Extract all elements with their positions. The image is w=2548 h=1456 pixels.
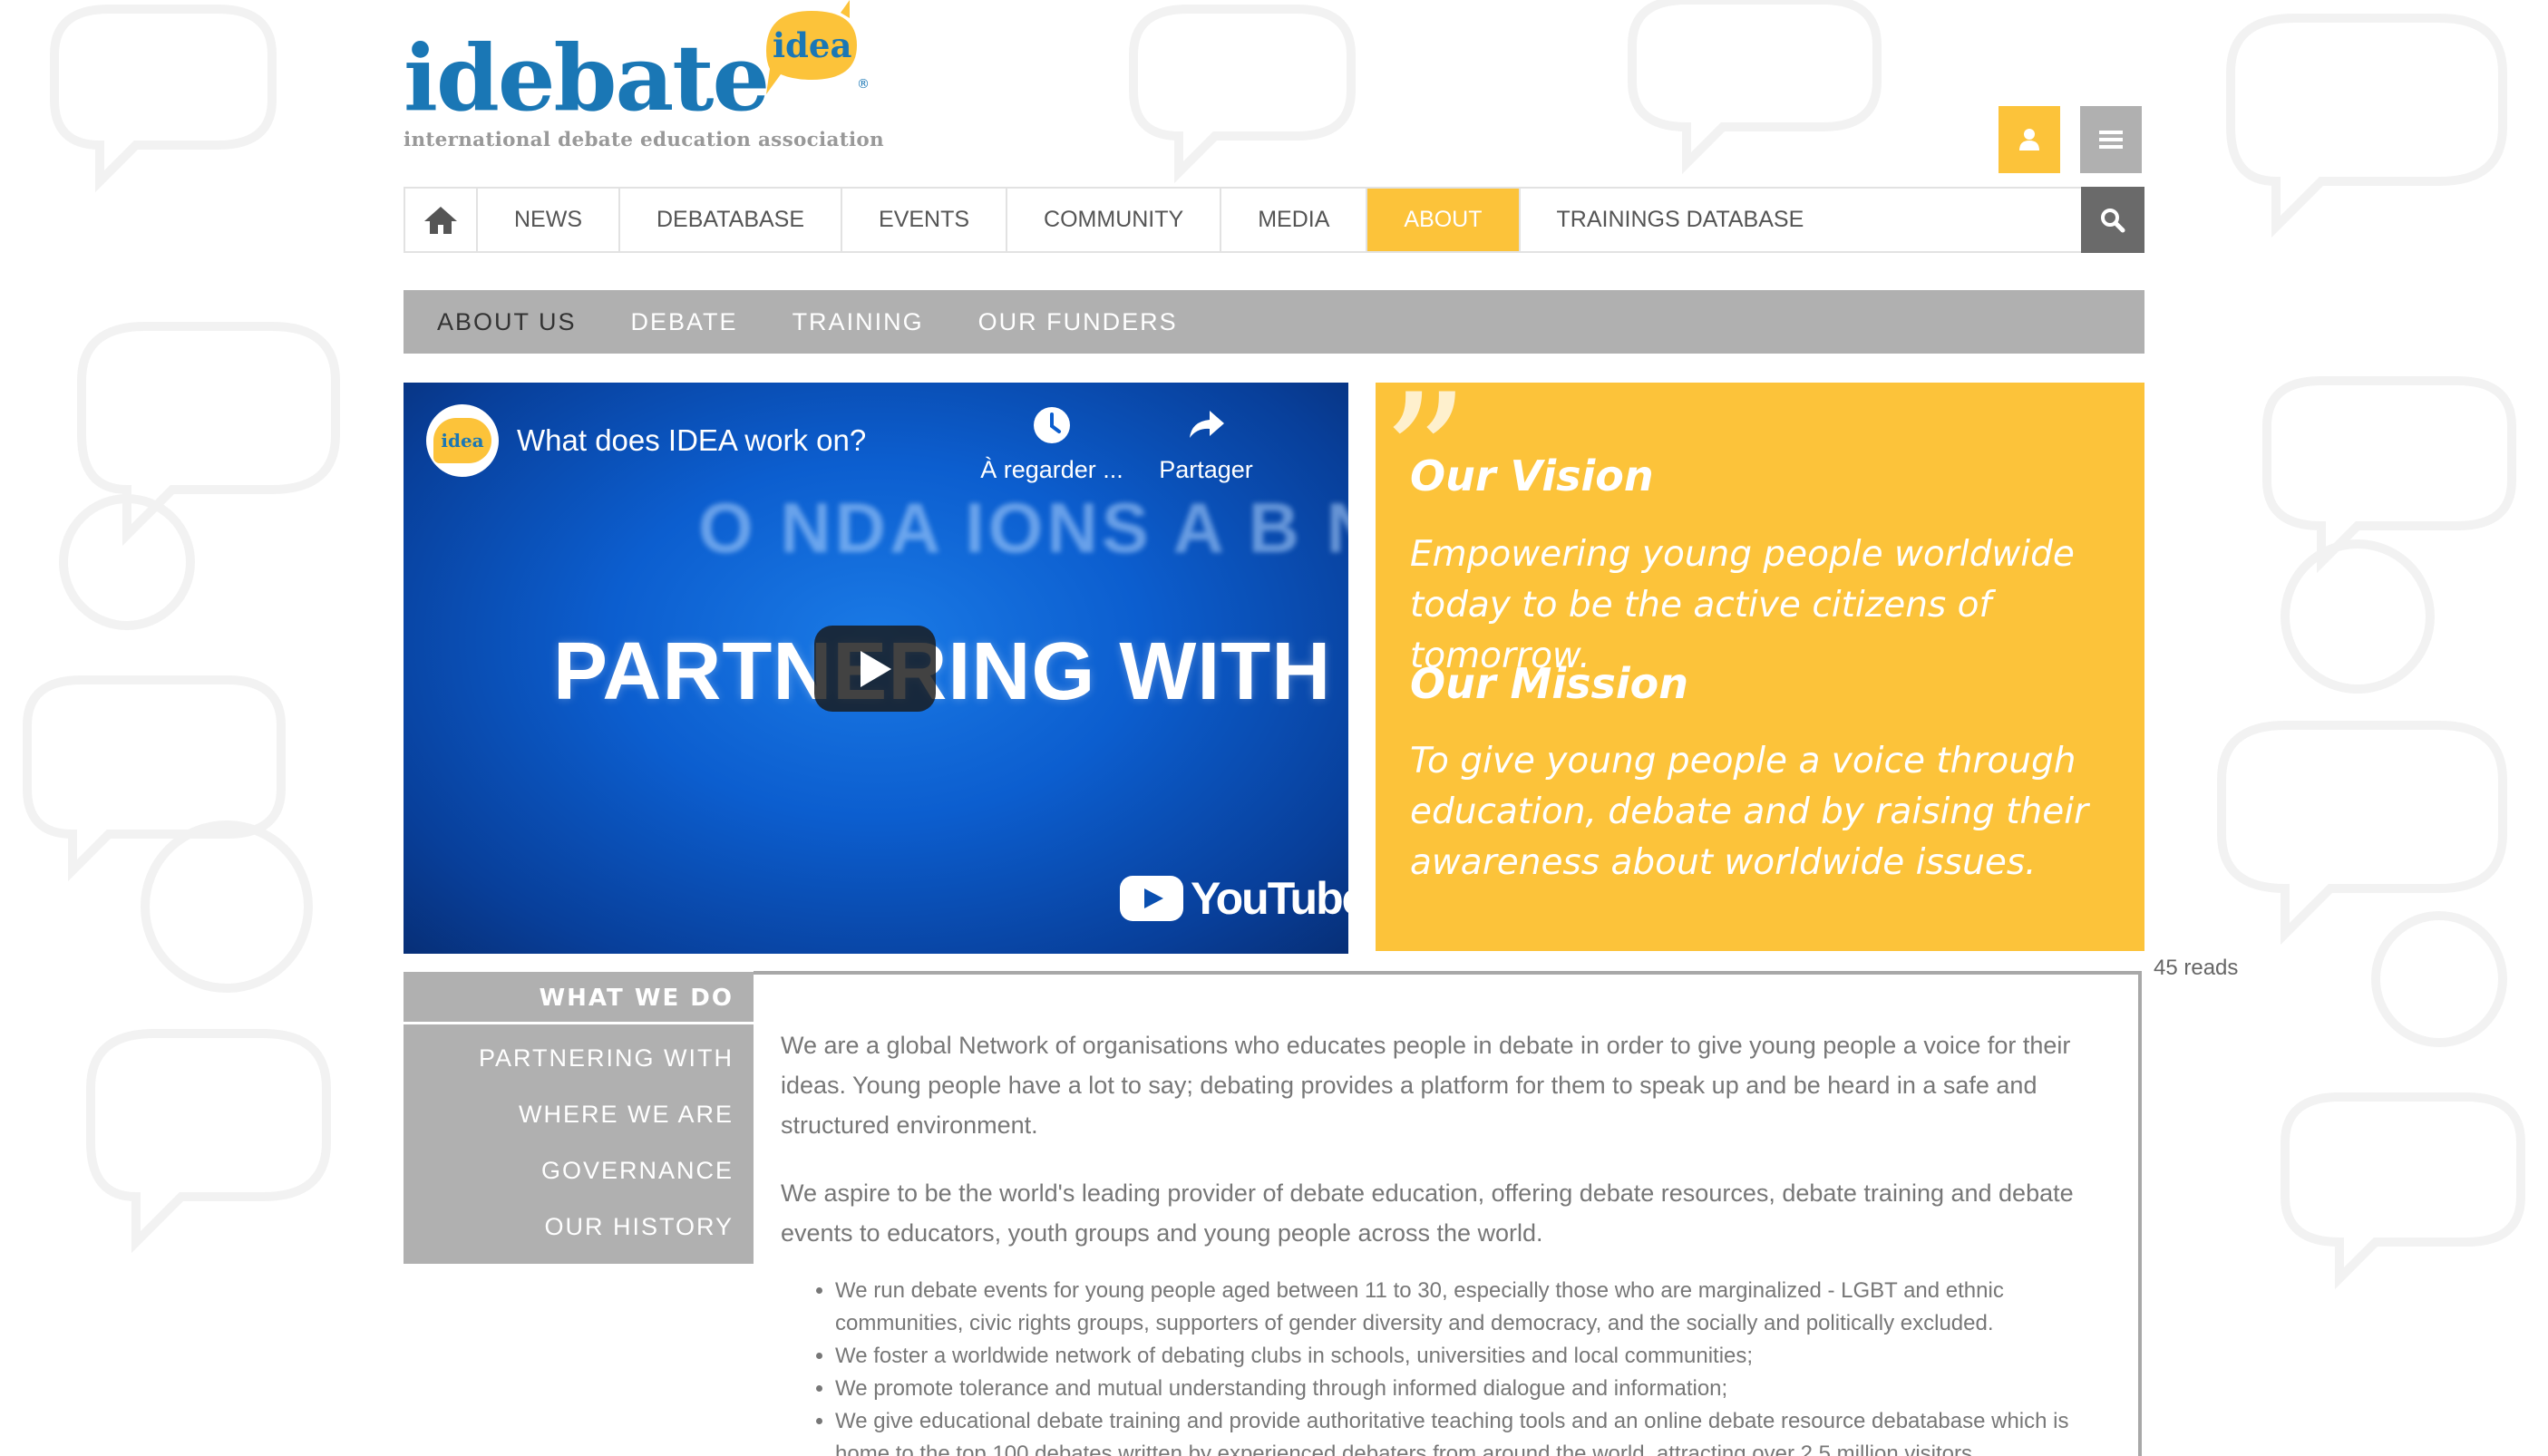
what-we-do-menu: WHAT WE DO PARTNERING WITH WHERE WE ARE … <box>404 972 754 1264</box>
mission-text: To give young people a voice through edu… <box>1410 741 2089 883</box>
play-icon <box>861 650 891 687</box>
vision-mission-panel: ” Our Vision Empowering young people wor… <box>1376 372 2144 951</box>
page: idea idebate ® international debate educ… <box>0 0 2548 1456</box>
hamburger-icon <box>2099 131 2123 149</box>
content-paragraph-1: We are a global Network of organisations… <box>781 1032 2071 1139</box>
read-count: 45 reads <box>2154 956 2239 980</box>
nav-item-news[interactable]: NEWS <box>478 189 620 251</box>
home-icon <box>424 206 457 234</box>
nav-item-trainings-database[interactable]: TRAININGS DATABASE <box>1521 189 1841 251</box>
list-item: We foster a worldwide network of debatin… <box>835 1340 2113 1373</box>
play-button[interactable] <box>814 626 936 712</box>
content-bullet-list: We run debate events for young people ag… <box>835 1275 2113 1456</box>
list-item: We run debate events for young people ag… <box>835 1275 2113 1340</box>
logo-wordmark: idebate <box>404 24 770 131</box>
side-menu-heading[interactable]: WHAT WE DO <box>404 972 754 1024</box>
side-menu-list: PARTNERING WITH WHERE WE ARE GOVERNANCE … <box>404 1024 754 1264</box>
channel-avatar-logo: idea <box>433 418 491 463</box>
list-item: We promote tolerance and mutual understa… <box>835 1373 2113 1405</box>
main-menu-button[interactable] <box>2080 106 2142 173</box>
user-account-button[interactable] <box>1999 106 2060 173</box>
main-nav: NEWS DEBATABASE EVENTS COMMUNITY MEDIA A… <box>404 187 2144 253</box>
channel-avatar[interactable]: idea <box>426 404 499 477</box>
nav-item-debatabase[interactable]: DEBATABASE <box>620 189 843 251</box>
video-frame-blur-text: O NDA IONS A B NG OI <box>698 488 1348 568</box>
nav-item-events[interactable]: EVENTS <box>842 189 1008 251</box>
share-icon <box>1190 411 1224 438</box>
nav-home-button[interactable] <box>405 189 478 251</box>
nav-item-community[interactable]: COMMUNITY <box>1007 189 1222 251</box>
nav-item-media[interactable]: MEDIA <box>1221 189 1368 251</box>
main-content: We are a global Network of organisations… <box>754 971 2142 1456</box>
side-menu-where-we-are[interactable]: WHERE WE ARE <box>404 1086 754 1142</box>
logo-idea-text: idea <box>773 25 852 65</box>
youtube-icon <box>1120 876 1183 921</box>
youtube-wordmark: YouTube <box>1191 873 1348 924</box>
watch-later-label: À regarder ... <box>980 456 1123 483</box>
subnav-training[interactable]: TRAINING <box>793 308 924 336</box>
site-logo[interactable]: idea idebate ® international debate educ… <box>404 0 884 159</box>
logo-registered-mark: ® <box>857 77 870 92</box>
sub-nav: ABOUT US DEBATE TRAINING OUR FUNDERS <box>404 290 2144 354</box>
share-button[interactable]: Partager <box>1133 405 1279 484</box>
subnav-about-us[interactable]: ABOUT US <box>437 308 577 336</box>
logo-tagline: international debate education associati… <box>404 129 884 151</box>
share-label: Partager <box>1159 456 1253 483</box>
mission-heading: Our Mission <box>1410 659 1688 708</box>
content-paragraph-2: We aspire to be the world's leading prov… <box>781 1179 2074 1247</box>
nav-item-about[interactable]: ABOUT <box>1367 189 1521 251</box>
video-title[interactable]: What does IDEA work on? <box>517 423 866 458</box>
video-frame-text: PARTNERING WITH <box>553 626 1332 717</box>
subnav-debate[interactable]: DEBATE <box>631 308 738 336</box>
subnav-our-funders[interactable]: OUR FUNDERS <box>978 308 1178 336</box>
side-menu-governance[interactable]: GOVERNANCE <box>404 1142 754 1199</box>
clock-icon <box>1034 407 1070 443</box>
search-button[interactable] <box>2081 187 2144 253</box>
side-menu-our-history[interactable]: OUR HISTORY <box>404 1199 754 1255</box>
user-icon <box>2019 129 2039 150</box>
vision-heading: Our Vision <box>1410 451 1654 500</box>
list-item: We give educational debate training and … <box>835 1405 2113 1456</box>
watch-later-button[interactable]: À regarder ... <box>979 405 1124 484</box>
side-menu-partnering-with[interactable]: PARTNERING WITH <box>404 1030 754 1086</box>
search-icon <box>2101 208 2125 232</box>
youtube-logo[interactable]: YouTube <box>1120 872 1348 925</box>
youtube-video-embed[interactable]: O NDA IONS A B NG OI PARTNERING WITH ide… <box>404 383 1348 954</box>
